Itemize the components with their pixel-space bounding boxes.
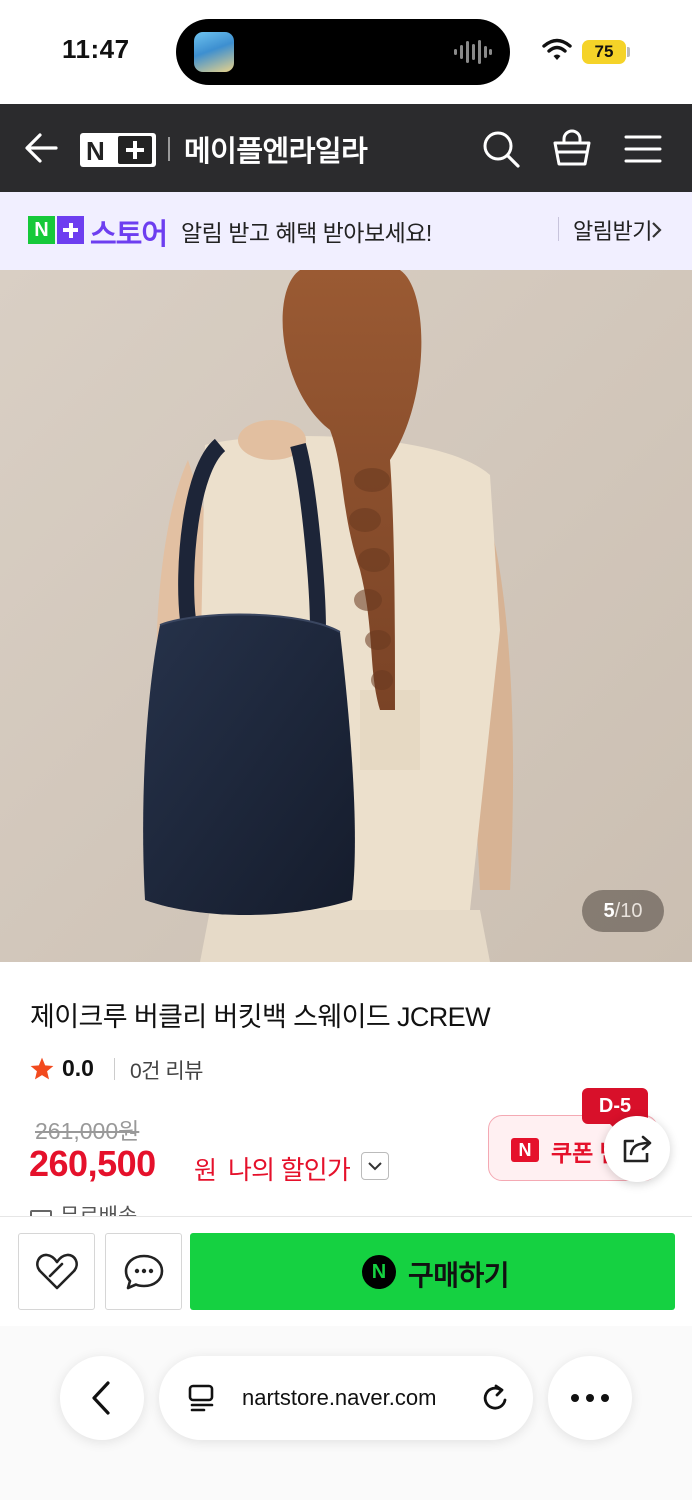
search-icon[interactable] (482, 130, 520, 168)
battery-indicator: 75 (582, 40, 626, 64)
page-format-icon (188, 1384, 214, 1412)
talk-talk-inquiry-button[interactable] (105, 1233, 182, 1310)
star-icon (30, 1057, 54, 1080)
naver-n-badge-icon: N (511, 1138, 539, 1162)
share-icon (623, 1135, 652, 1163)
status-time: 11:47 (62, 34, 130, 64)
original-price: 261,000원 (35, 1118, 140, 1144)
menu-icon[interactable] (624, 134, 662, 164)
image-counter-current: 5 (603, 900, 615, 922)
my-discount-price-label[interactable]: 나의 할인가 (228, 1150, 351, 1187)
store-name[interactable]: 메이플엔라일라 (184, 128, 368, 170)
browser-more-button[interactable] (548, 1356, 632, 1440)
store-brand-label: 스토어 (90, 219, 168, 251)
product-photo (0, 270, 692, 962)
chat-bubble-icon (124, 1254, 164, 1290)
more-dots-icon (571, 1394, 609, 1402)
url-text[interactable]: nartstore.naver.com (242, 1385, 436, 1411)
price-unit: 원 (194, 1157, 218, 1185)
status-bar: 11:47 75 (0, 0, 692, 104)
store-header: N 메이플엔라일라 (0, 104, 692, 192)
review-count-link[interactable]: 0건 리뷰 (130, 1055, 203, 1085)
rating-score: 0.0 (62, 1055, 94, 1081)
buy-now-button[interactable]: N 구매하기 (190, 1233, 675, 1310)
product-title: 제이크루 버클리 버킷백 스웨이드 JCREW (30, 1002, 491, 1032)
rating-divider (114, 1058, 115, 1080)
buy-now-label: 구매하기 (408, 1260, 510, 1291)
notification-banner[interactable]: N 스토어 알림 받고 혜택 받아보세요! 알림받기 (0, 192, 692, 270)
image-counter: 5/10 (582, 890, 664, 932)
wifi-icon (542, 38, 572, 60)
shipping-label: 무료배송 (60, 1205, 137, 1216)
back-arrow-icon[interactable] (22, 130, 62, 166)
banner-message: 알림 받고 혜택 받아보세요! (181, 220, 432, 246)
header-divider (168, 137, 170, 161)
browser-back-button[interactable] (60, 1356, 144, 1440)
audio-wave-icon (454, 40, 492, 64)
naver-plus-store-logo: N (28, 216, 84, 244)
image-counter-total: 10 (620, 900, 643, 922)
shopping-basket-icon[interactable] (552, 128, 592, 168)
battery-tip (627, 47, 630, 57)
dynamic-island (176, 19, 510, 85)
product-image[interactable] (0, 270, 692, 962)
heart-icon (36, 1253, 78, 1290)
discount-dropdown-button[interactable] (361, 1152, 389, 1180)
chevron-left-icon (92, 1381, 110, 1415)
share-button[interactable] (604, 1116, 670, 1182)
chevron-down-icon (368, 1162, 382, 1171)
banner-divider (558, 217, 559, 241)
naver-plus-logo[interactable]: N (80, 133, 156, 167)
shipping-info: 무료배송 (30, 1200, 137, 1216)
subscribe-alert-button[interactable]: 알림받기 (573, 214, 652, 246)
sale-price: 260,500 (29, 1143, 156, 1184)
chevron-right-icon (652, 222, 662, 238)
now-playing-app-icon (194, 32, 234, 72)
reload-icon[interactable] (479, 1382, 511, 1414)
wishlist-button[interactable] (18, 1233, 95, 1310)
naver-pay-n-icon: N (362, 1255, 396, 1289)
